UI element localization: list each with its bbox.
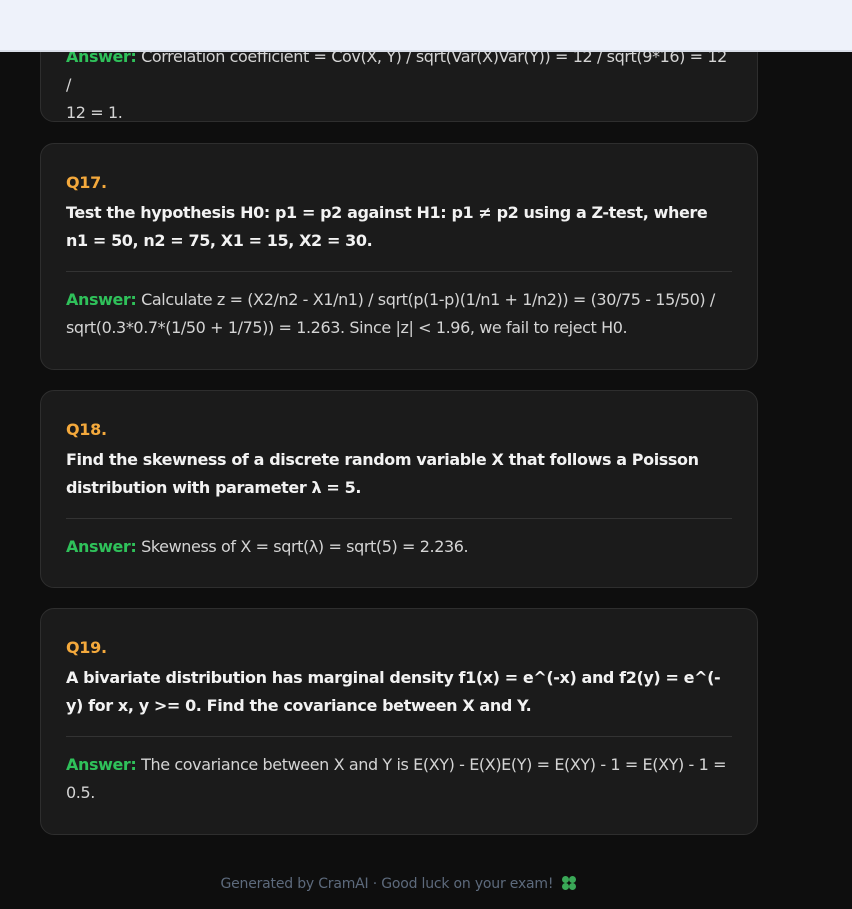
answer-label: Answer: bbox=[66, 537, 137, 556]
answer-text: Calculate z = (X2/n2 - X1/n1) / sqrt(p(1… bbox=[66, 290, 715, 337]
answer: Answer: The covariance between X and Y i… bbox=[66, 751, 732, 807]
answer: Answer: Skewness of X = sqrt(λ) = sqrt(5… bbox=[66, 533, 732, 561]
answer-text: Correlation coefficient = Cov(X, Y) / sq… bbox=[66, 47, 727, 94]
divider bbox=[66, 518, 732, 519]
question-number: Q17. bbox=[66, 173, 107, 192]
answer-text: Skewness of X = sqrt(λ) = sqrt(5) = 2.23… bbox=[141, 537, 469, 556]
page: Answer: Correlation coefficient = Cov(X,… bbox=[0, 0, 852, 909]
answer-label: Answer: bbox=[66, 755, 137, 774]
four-leaf-clover-icon bbox=[561, 876, 576, 890]
question-card-q17: Q17. Test the hypothesis H0: p1 = p2 aga… bbox=[40, 143, 758, 370]
answer-label: Answer: bbox=[66, 290, 137, 309]
question-text: Test the hypothesis H0: p1 = p2 against … bbox=[66, 203, 708, 250]
answer-text: The covariance between X and Y is E(XY) … bbox=[66, 755, 727, 802]
question-number: Q18. bbox=[66, 420, 107, 439]
question-text: Find the skewness of a discrete random v… bbox=[66, 450, 699, 497]
footer-text: Generated by CramAI · Good luck on your … bbox=[220, 876, 554, 892]
answer-previous: Answer: Correlation coefficient = Cov(X,… bbox=[66, 43, 736, 127]
top-bar bbox=[0, 0, 852, 52]
question-text: A bivariate distribution has marginal de… bbox=[66, 668, 721, 715]
question-card-q19: Q19. A bivariate distribution has margin… bbox=[40, 608, 758, 835]
question-card-q18: Q18. Find the skewness of a discrete ran… bbox=[40, 390, 758, 588]
footer: Generated by CramAI · Good luck on your … bbox=[0, 874, 796, 894]
divider bbox=[66, 736, 732, 737]
question-number: Q19. bbox=[66, 638, 107, 657]
answer: Answer: Calculate z = (X2/n2 - X1/n1) / … bbox=[66, 286, 732, 342]
answer-text-continued: 12 = 1. bbox=[66, 103, 123, 122]
divider bbox=[66, 271, 732, 272]
